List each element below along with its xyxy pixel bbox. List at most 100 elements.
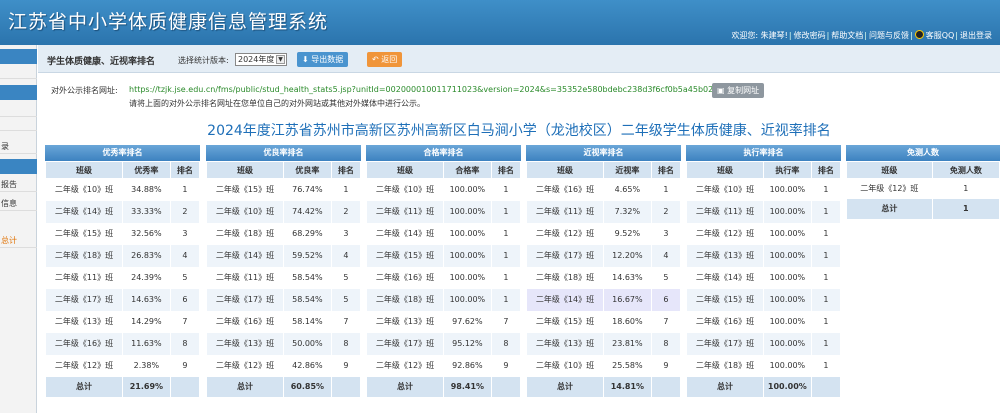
table-cell: 二年级《17》班 — [526, 244, 604, 267]
table-row: 二年级《18》班 68.29% 3 — [206, 222, 362, 245]
table-cell: 26.83% — [122, 244, 171, 267]
table-cell: 1 — [810, 266, 842, 289]
table-cell: 4 — [650, 244, 682, 267]
public-url-value[interactable]: https://tzjk.jse.edu.cn/fms/public/stud_… — [129, 85, 713, 94]
table-cell: 9 — [490, 354, 522, 377]
table-row: 二年级《11》班 24.39% 5 — [45, 266, 201, 289]
sidebar-item[interactable] — [0, 117, 37, 131]
export-button[interactable]: ⬇ 导出数据 — [297, 52, 349, 67]
column-header: 合格率 — [443, 161, 492, 179]
table-cell: 二年级《18》班 — [45, 244, 123, 267]
customer-qq-link[interactable]: 客服QQ — [926, 31, 955, 40]
table-row: 二年级《10》班 74.42% 2 — [206, 200, 362, 223]
table-cell: 二年级《10》班 — [686, 178, 764, 201]
column-header: 执行率 — [763, 161, 812, 179]
total-cell — [330, 376, 362, 397]
feedback-link[interactable]: 问题与反馈 — [869, 31, 909, 40]
copy-url-button[interactable]: ▣ 复制网址 — [712, 83, 765, 98]
copy-url-label: 复制网址 — [727, 86, 760, 95]
total-cell: 98.41% — [443, 376, 492, 397]
table-cell: 1 — [931, 178, 1000, 199]
table-cell: 8 — [490, 332, 522, 355]
sidebar-group-bar[interactable] — [0, 159, 37, 174]
sidebar-item[interactable] — [0, 65, 37, 79]
table-cell: 二年级《13》班 — [206, 332, 284, 355]
table-cell: 18.60% — [603, 310, 652, 333]
table-cell: 3 — [330, 222, 362, 245]
table-cell: 1 — [490, 200, 522, 223]
table-cell: 9 — [650, 354, 682, 377]
table-cell: 100.00% — [443, 266, 492, 289]
table-cell: 100.00% — [763, 200, 812, 223]
table-row: 二年级《15》班 100.00% 1 — [686, 288, 842, 311]
top-links: 欢迎您: 朱建琴!| 修改密码| 帮助文档| 问题与反馈| 客服QQ| 退出登录 — [731, 30, 992, 40]
table-cell: 100.00% — [763, 288, 812, 311]
sidebar-item[interactable] — [0, 103, 37, 117]
table-cell: 2 — [650, 200, 682, 223]
table-cell: 42.86% — [283, 354, 332, 377]
table-cell: 100.00% — [763, 244, 812, 267]
table-cell: 二年级《18》班 — [366, 288, 444, 311]
table-cell: 二年级《13》班 — [526, 332, 604, 355]
ranking-table: 班级 合格率 排名 二年级《10》班 100.00% 1 二年级《11》班 100.00% 1 二… — [366, 161, 522, 397]
back-button[interactable]: ↶ 返回 — [367, 52, 403, 67]
table-row: 二年级《18》班 100.00% 1 — [686, 354, 842, 377]
table-cell: 3 — [650, 222, 682, 245]
panel-title: 优秀率排名 — [45, 145, 200, 161]
table-cell: 7.32% — [603, 200, 652, 223]
table-cell: 二年级《12》班 — [686, 222, 764, 245]
panel-title: 执行率排名 — [686, 145, 841, 161]
panel-myopia-rate: 近视率排名 班级 近视率 排名 二年级《16》班 4.65% 1 二年级《11》班 7.32% 2… — [526, 145, 682, 397]
table-cell: 14.63% — [603, 266, 652, 289]
change-password-link[interactable]: 修改密码 — [794, 31, 826, 40]
table-row: 二年级《12》班 100.00% 1 — [686, 222, 842, 245]
chevron-down-icon: ▼ — [276, 55, 285, 64]
sidebar-group-bar[interactable] — [0, 85, 37, 100]
table-cell: 二年级《11》班 — [686, 200, 764, 223]
column-header: 排名 — [650, 161, 682, 179]
table-cell: 二年级《11》班 — [45, 266, 123, 289]
table-cell: 二年级《10》班 — [366, 178, 444, 201]
table-cell: 5 — [169, 266, 201, 289]
column-header: 免测人数 — [931, 161, 1000, 179]
table-row: 二年级《17》班 100.00% 1 — [686, 332, 842, 355]
table-cell: 二年级《12》班 — [366, 354, 444, 377]
column-header: 优良率 — [283, 161, 332, 179]
panel-good-rate: 优良率排名 班级 优良率 排名 二年级《15》班 76.74% 1 二年级《10》班 74.42… — [206, 145, 362, 397]
sidebar-item-record[interactable]: 录 — [0, 140, 37, 154]
version-select[interactable]: 2024年度 ▼ — [235, 53, 287, 66]
table-row: 二年级《17》班 12.20% 4 — [526, 244, 682, 267]
table-cell: 1 — [490, 288, 522, 311]
ranking-table: 班级 优良率 排名 二年级《15》班 76.74% 1 二年级《10》班 74.42% 2 二年级… — [206, 161, 362, 397]
table-cell: 32.56% — [122, 222, 171, 245]
table-row: 二年级《11》班 100.00% 1 — [366, 200, 522, 223]
sidebar-item-info[interactable]: 信息 — [0, 197, 37, 211]
table-cell: 二年级《14》班 — [45, 200, 123, 223]
sidebar-item-report[interactable]: 报告 — [0, 178, 37, 192]
table-cell: 二年级《16》班 — [686, 310, 764, 333]
sidebar-item-total[interactable]: 总计 — [0, 234, 37, 248]
column-header: 近视率 — [603, 161, 652, 179]
table-cell: 34.88% — [122, 178, 171, 201]
table-cell: 100.00% — [763, 266, 812, 289]
table-cell: 100.00% — [443, 178, 492, 201]
column-header: 班级 — [686, 161, 764, 179]
logout-link[interactable]: 退出登录 — [960, 31, 992, 40]
sidebar-group-bar[interactable] — [0, 49, 37, 64]
table-cell: 1 — [810, 178, 842, 201]
table-cell: 二年级《10》班 — [45, 178, 123, 201]
table-cell: 二年级《11》班 — [366, 200, 444, 223]
total-cell: 1 — [931, 198, 1000, 219]
table-row: 二年级《10》班 34.88% 1 — [45, 178, 201, 201]
help-doc-link[interactable]: 帮助文档 — [831, 31, 863, 40]
ranking-table: 班级 近视率 排名 二年级《16》班 4.65% 1 二年级《11》班 7.32% 2 二年级《1… — [526, 161, 682, 397]
table-cell: 2.38% — [122, 354, 171, 377]
total-cell: 100.00% — [763, 376, 812, 397]
table-cell: 4 — [169, 244, 201, 267]
table-row: 二年级《14》班 59.52% 4 — [206, 244, 362, 267]
table-cell: 1 — [490, 178, 522, 201]
panel-exempt-count: 免测人数 班级 免测人数 二年级《12》班 1 总计 1 — [846, 145, 1000, 219]
table-cell: 100.00% — [443, 288, 492, 311]
table-row: 二年级《13》班 50.00% 8 — [206, 332, 362, 355]
table-cell: 二年级《10》班 — [526, 354, 604, 377]
